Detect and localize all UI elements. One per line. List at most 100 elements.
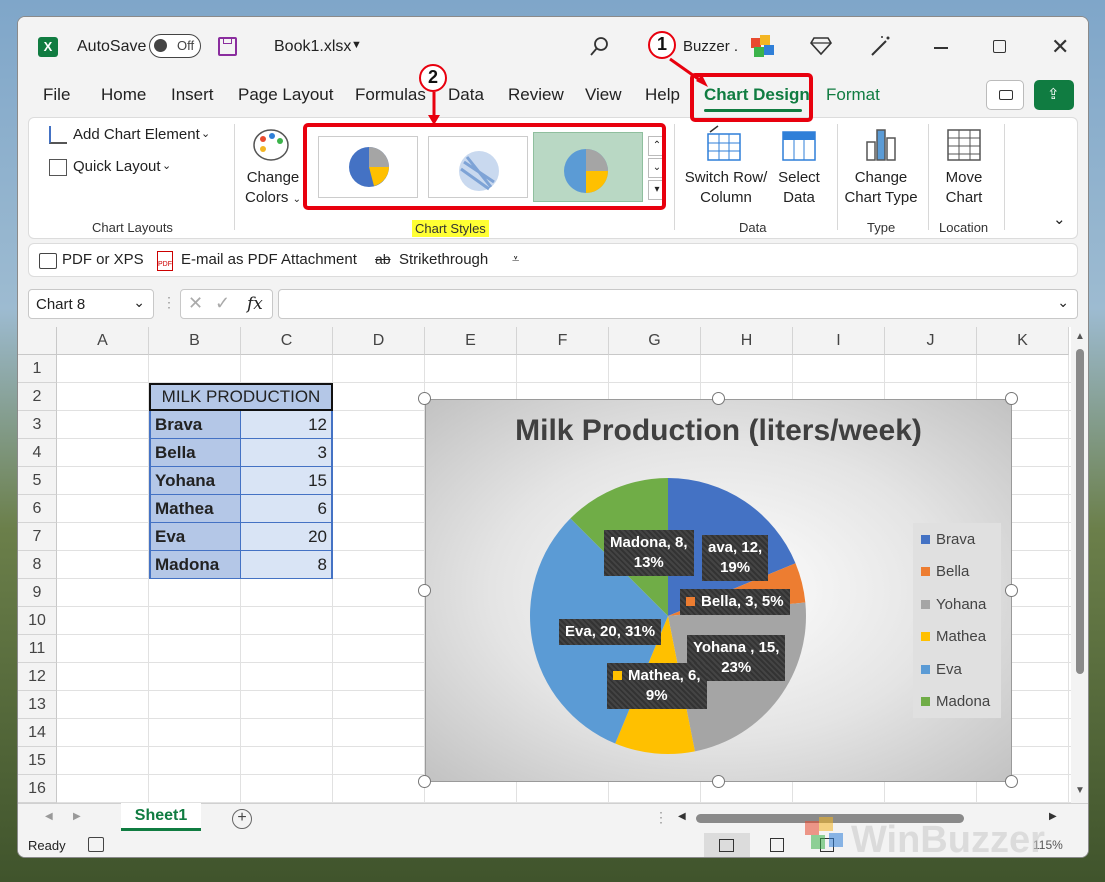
vertical-scrollbar[interactable]: ▲ ▼ bbox=[1071, 327, 1088, 803]
scroll-right-icon[interactable]: ▶ bbox=[1049, 811, 1057, 822]
table-name-cell[interactable]: Brava bbox=[149, 411, 241, 439]
location-group-label: Location bbox=[939, 220, 989, 235]
table-value-cell[interactable]: 8 bbox=[241, 551, 333, 579]
legend-item-bella[interactable]: Bella bbox=[921, 563, 969, 580]
data-label-brava[interactable]: ava, 12, 19% bbox=[702, 535, 769, 581]
legend-item-yohana[interactable]: Yohana bbox=[921, 596, 986, 613]
legend-item-madona[interactable]: Madona bbox=[921, 693, 990, 710]
page-layout-view-icon[interactable] bbox=[770, 838, 784, 852]
add-sheet-icon[interactable]: + bbox=[232, 809, 252, 829]
resize-handle[interactable] bbox=[1005, 584, 1018, 597]
data-label-bella[interactable]: Bella, 3, 5% bbox=[680, 589, 790, 615]
normal-view-icon[interactable] bbox=[704, 833, 750, 857]
customize-qat-icon[interactable]: ⩡ bbox=[512, 251, 519, 267]
table-value-cell[interactable]: 15 bbox=[241, 467, 333, 495]
legend-item-brava[interactable]: Brava bbox=[921, 531, 975, 548]
table-value-cell[interactable]: 3 bbox=[241, 439, 333, 467]
resize-handle[interactable] bbox=[1005, 392, 1018, 405]
scroll-thumb[interactable] bbox=[1076, 349, 1084, 674]
formula-input[interactable]: ⌄ bbox=[278, 289, 1078, 319]
column-header-e[interactable]: E bbox=[425, 327, 517, 355]
type-group-label: Type bbox=[867, 220, 896, 235]
resize-handle[interactable] bbox=[418, 775, 431, 788]
table-name-cell[interactable]: Mathea bbox=[149, 495, 241, 523]
row-header-11[interactable]: 11 bbox=[18, 635, 57, 663]
table-value-cell[interactable]: 20 bbox=[241, 523, 333, 551]
legend-swatch bbox=[921, 535, 930, 544]
scroll-left-icon[interactable]: ◀ bbox=[678, 811, 686, 822]
sheet-tab-sheet1[interactable]: Sheet1 bbox=[121, 803, 201, 831]
legend-label: Eva bbox=[936, 660, 962, 678]
row-header-3[interactable]: 3 bbox=[18, 411, 57, 439]
row-header-16[interactable]: 16 bbox=[18, 775, 57, 803]
legend-item-eva[interactable]: Eva bbox=[921, 661, 962, 678]
enter-icon[interactable]: ✓ bbox=[215, 293, 230, 314]
strikethrough-icon: ab bbox=[375, 251, 391, 267]
splitter-icon[interactable]: ⋮ bbox=[654, 809, 668, 826]
table-header-cell[interactable]: MILK PRODUCTION bbox=[149, 383, 333, 411]
legend-item-mathea[interactable]: Mathea bbox=[921, 628, 986, 645]
legend-label: Bella bbox=[936, 563, 970, 581]
data-label-madona[interactable]: Madona, 8, 13% bbox=[604, 530, 694, 576]
strikethrough-button[interactable]: Strikethrough bbox=[399, 251, 488, 268]
row-header-8[interactable]: 8 bbox=[18, 551, 57, 579]
column-header-h[interactable]: H bbox=[701, 327, 793, 355]
resize-handle[interactable] bbox=[418, 392, 431, 405]
row-header-4[interactable]: 4 bbox=[18, 439, 57, 467]
row-header-10[interactable]: 10 bbox=[18, 607, 57, 635]
worksheet-grid[interactable]: ABCDEFGHIJK 1 2 3 4 5 6 7 8 9 10 11 12 13 14 15 16 MILK… bbox=[18, 327, 1071, 803]
column-header-b[interactable]: B bbox=[149, 327, 241, 355]
resize-handle[interactable] bbox=[418, 584, 431, 597]
chart-legend[interactable]: Brava Bella Yohana Mathea Eva Madona bbox=[913, 523, 1001, 718]
select-all-corner[interactable] bbox=[18, 327, 57, 355]
table-name-cell[interactable]: Yohana bbox=[149, 467, 241, 495]
name-box[interactable]: Chart 8 ⌄ bbox=[28, 289, 154, 319]
watermark-text: WinBuzzer bbox=[851, 819, 1045, 858]
row-header-7[interactable]: 7 bbox=[18, 523, 57, 551]
legend-label: Mathea bbox=[936, 628, 987, 646]
chart-layouts-group-label: Chart Layouts bbox=[92, 220, 173, 235]
table-value-cell[interactable]: 12 bbox=[241, 411, 333, 439]
row-header-1[interactable]: 1 bbox=[18, 355, 57, 383]
gridline-col bbox=[1068, 355, 1069, 803]
resize-handle[interactable] bbox=[712, 392, 725, 405]
data-label-eva[interactable]: Eva, 20, 31% bbox=[559, 619, 662, 645]
pdf-xps-button[interactable]: PDF or XPS bbox=[62, 251, 144, 268]
pdf-icon: PDF bbox=[157, 251, 173, 271]
expand-formula-chevron-icon[interactable]: ⌄ bbox=[1057, 294, 1069, 311]
accessibility-icon[interactable] bbox=[88, 837, 104, 852]
column-header-g[interactable]: G bbox=[609, 327, 701, 355]
table-name-cell[interactable]: Eva bbox=[149, 523, 241, 551]
column-header-i[interactable]: I bbox=[793, 327, 885, 355]
row-header-2[interactable]: 2 bbox=[18, 383, 57, 411]
scroll-down-icon[interactable]: ▼ bbox=[1075, 785, 1085, 796]
column-header-j[interactable]: J bbox=[885, 327, 977, 355]
column-header-c[interactable]: C bbox=[241, 327, 333, 355]
prev-sheet-icon[interactable]: ◀ bbox=[45, 811, 53, 822]
row-header-5[interactable]: 5 bbox=[18, 467, 57, 495]
scroll-up-icon[interactable]: ▲ bbox=[1075, 331, 1085, 342]
column-header-f[interactable]: F bbox=[517, 327, 609, 355]
row-header-9[interactable]: 9 bbox=[18, 579, 57, 607]
row-header-15[interactable]: 15 bbox=[18, 747, 57, 775]
email-pdf-button[interactable]: E-mail as PDF Attachment bbox=[181, 251, 357, 268]
resize-handle[interactable] bbox=[1005, 775, 1018, 788]
name-box-value: Chart 8 bbox=[36, 296, 86, 313]
next-sheet-icon[interactable]: ▶ bbox=[73, 811, 81, 822]
column-header-k[interactable]: K bbox=[977, 327, 1069, 355]
resize-handle[interactable] bbox=[712, 775, 725, 788]
row-header-6[interactable]: 6 bbox=[18, 495, 57, 523]
chart-title[interactable]: Milk Production (liters/week) bbox=[426, 414, 1011, 448]
table-value-cell[interactable]: 6 bbox=[241, 495, 333, 523]
row-header-13[interactable]: 13 bbox=[18, 691, 57, 719]
table-name-cell[interactable]: Bella bbox=[149, 439, 241, 467]
chart-area[interactable]: Milk Production (liters/week) Madona, 8,… bbox=[425, 399, 1012, 782]
table-name-cell[interactable]: Madona bbox=[149, 551, 241, 579]
column-header-a[interactable]: A bbox=[57, 327, 149, 355]
row-header-14[interactable]: 14 bbox=[18, 719, 57, 747]
cancel-icon[interactable]: ✕ bbox=[188, 293, 203, 314]
column-header-d[interactable]: D bbox=[333, 327, 425, 355]
row-header-12[interactable]: 12 bbox=[18, 663, 57, 691]
insert-function-icon[interactable]: fx bbox=[247, 294, 263, 314]
data-label-mathea[interactable]: Mathea, 6, 9% bbox=[607, 663, 707, 709]
